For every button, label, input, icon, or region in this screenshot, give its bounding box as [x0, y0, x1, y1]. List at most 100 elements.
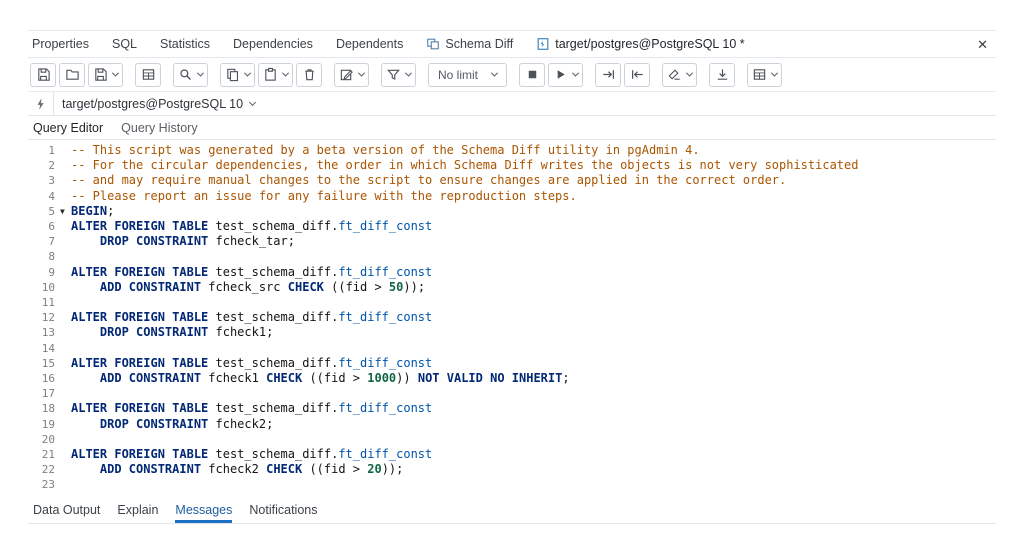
fold-gutter [60, 310, 71, 325]
code-text: -- For the circular dependencies, the or… [71, 158, 996, 173]
line-number: 23 [28, 477, 60, 492]
view-data-button[interactable] [135, 63, 161, 87]
macro-button[interactable] [747, 63, 782, 87]
funnel-icon [386, 67, 401, 82]
toolbar: No limit [28, 58, 996, 92]
diff-icon [426, 37, 440, 51]
code-text: ADD CONSTRAINT fcheck1 CHECK ((fid > 100… [71, 371, 996, 386]
line-number: 6 [28, 219, 60, 234]
row-limit-select[interactable]: No limit [428, 63, 507, 87]
cancel-query-button[interactable] [519, 63, 545, 87]
tab-label: Dependencies [233, 37, 313, 51]
download-csv-button[interactable] [709, 63, 735, 87]
tab-target-postgres-postgresql-10[interactable]: target/postgres@PostgreSQL 10 * [536, 37, 744, 51]
code-line[interactable]: 14 [28, 341, 996, 356]
bottom-tab-bar: Data Output Explain Messages Notifications [28, 497, 996, 524]
code-line[interactable]: 21ALTER FOREIGN TABLE test_schema_diff.f… [28, 447, 996, 462]
eraser-icon [667, 67, 682, 82]
tab-messages[interactable]: Messages [175, 497, 232, 523]
code-line[interactable]: 3-- and may require manual changes to th… [28, 173, 996, 188]
connection-status-icon [28, 92, 54, 115]
line-number: 5 [28, 204, 60, 219]
table-icon [141, 67, 156, 82]
code-line[interactable]: 15ALTER FOREIGN TABLE test_schema_diff.f… [28, 356, 996, 371]
code-line[interactable]: 10 ADD CONSTRAINT fcheck_src CHECK ((fid… [28, 280, 996, 295]
fold-marker-icon[interactable]: ▼ [60, 204, 71, 219]
code-text: ALTER FOREIGN TABLE test_schema_diff.ft_… [71, 265, 996, 280]
line-number: 2 [28, 158, 60, 173]
code-line[interactable]: 9ALTER FOREIGN TABLE test_schema_diff.ft… [28, 265, 996, 280]
execute-button[interactable] [548, 63, 583, 87]
code-line[interactable]: 11 [28, 295, 996, 310]
edit-button[interactable] [334, 63, 369, 87]
code-line[interactable]: 8 [28, 249, 996, 264]
code-line[interactable]: 17 [28, 386, 996, 401]
chevron-down-icon[interactable] [249, 99, 256, 106]
tab-schema-diff[interactable]: Schema Diff [426, 37, 513, 51]
save-file-button[interactable] [88, 63, 123, 87]
tab-statistics[interactable]: Statistics [160, 37, 210, 51]
line-number: 20 [28, 432, 60, 447]
code-line[interactable]: 18ALTER FOREIGN TABLE test_schema_diff.f… [28, 401, 996, 416]
filter-button[interactable] [381, 63, 416, 87]
find-button[interactable] [173, 63, 208, 87]
paste-button[interactable] [258, 63, 293, 87]
chevron-down-icon [572, 70, 579, 77]
line-number: 8 [28, 249, 60, 264]
code-line[interactable]: 2 -- For the circular dependencies, the o… [28, 158, 996, 173]
tab-data-output[interactable]: Data Output [33, 497, 100, 523]
tab-dependencies[interactable]: Dependencies [233, 37, 313, 51]
code-text: DROP CONSTRAINT fcheck2; [71, 417, 996, 432]
code-line[interactable]: 19 DROP CONSTRAINT fcheck2; [28, 417, 996, 432]
code-line[interactable]: 13 DROP CONSTRAINT fcheck1; [28, 325, 996, 340]
code-line[interactable]: 6 ALTER FOREIGN TABLE test_schema_diff.ft… [28, 219, 996, 234]
rollback-button[interactable] [624, 63, 650, 87]
fold-gutter [60, 477, 71, 492]
tab-query-editor[interactable]: Query Editor [33, 121, 103, 135]
delete-button[interactable] [296, 63, 322, 87]
fold-gutter [60, 234, 71, 249]
doc-tab-bar-tabs: Properties SQL Statistics Dependencies Depen… [32, 31, 768, 57]
code-line[interactable]: 4-- Please report an issue for any failu… [28, 189, 996, 204]
code-line[interactable]: 20 [28, 432, 996, 447]
code-text: ALTER FOREIGN TABLE test_schema_diff.ft_… [71, 219, 996, 234]
tab-query-history[interactable]: Query History [121, 121, 197, 135]
code-line[interactable]: 12ALTER FOREIGN TABLE test_schema_diff.f… [28, 310, 996, 325]
save-data-changes-button[interactable] [30, 63, 56, 87]
chevron-down-icon [686, 70, 693, 77]
tab-dependents[interactable]: Dependents [336, 37, 403, 51]
line-number: 4 [28, 189, 60, 204]
code-line[interactable]: 16 ADD CONSTRAINT fcheck1 CHECK ((fid > … [28, 371, 996, 386]
fold-gutter [60, 249, 71, 264]
close-button[interactable]: ✕ [973, 36, 992, 53]
code-line[interactable]: 22 ADD CONSTRAINT fcheck2 CHECK ((fid > … [28, 462, 996, 477]
code-line[interactable]: 1-- This script was generated by a beta … [28, 143, 996, 158]
code-line[interactable]: 7 DROP CONSTRAINT fcheck_tar; [28, 234, 996, 249]
code-area[interactable]: 1-- This script was generated by a beta … [28, 140, 996, 497]
tab-notifications[interactable]: Notifications [249, 497, 317, 523]
code-text [71, 432, 996, 447]
code-line[interactable]: 23 [28, 477, 996, 492]
line-number: 13 [28, 325, 60, 340]
line-number: 14 [28, 341, 60, 356]
line-number: 11 [28, 295, 60, 310]
copy-button[interactable] [220, 63, 255, 87]
clear-button[interactable] [662, 63, 697, 87]
code-line[interactable]: 5▼BEGIN; [28, 204, 996, 219]
stop-icon [525, 67, 540, 82]
connection-label[interactable]: target/postgres@PostgreSQL 10 [62, 97, 243, 111]
code-text: -- This script was generated by a beta v… [71, 143, 996, 158]
tab-sql[interactable]: SQL [112, 37, 137, 51]
tab-explain[interactable]: Explain [117, 497, 158, 523]
query-tool-panel: Properties SQL Statistics Dependencies Depen… [28, 30, 996, 524]
querytool-icon [536, 37, 550, 51]
commit-button[interactable] [595, 63, 621, 87]
open-file-button[interactable] [59, 63, 85, 87]
fold-gutter [60, 219, 71, 234]
tab-label: Statistics [160, 37, 210, 51]
tab-properties[interactable]: Properties [32, 37, 89, 51]
fold-gutter [60, 447, 71, 462]
chevron-down-icon [405, 70, 412, 77]
tab-label: target/postgres@PostgreSQL 10 * [555, 37, 744, 51]
copy-icon [225, 67, 240, 82]
